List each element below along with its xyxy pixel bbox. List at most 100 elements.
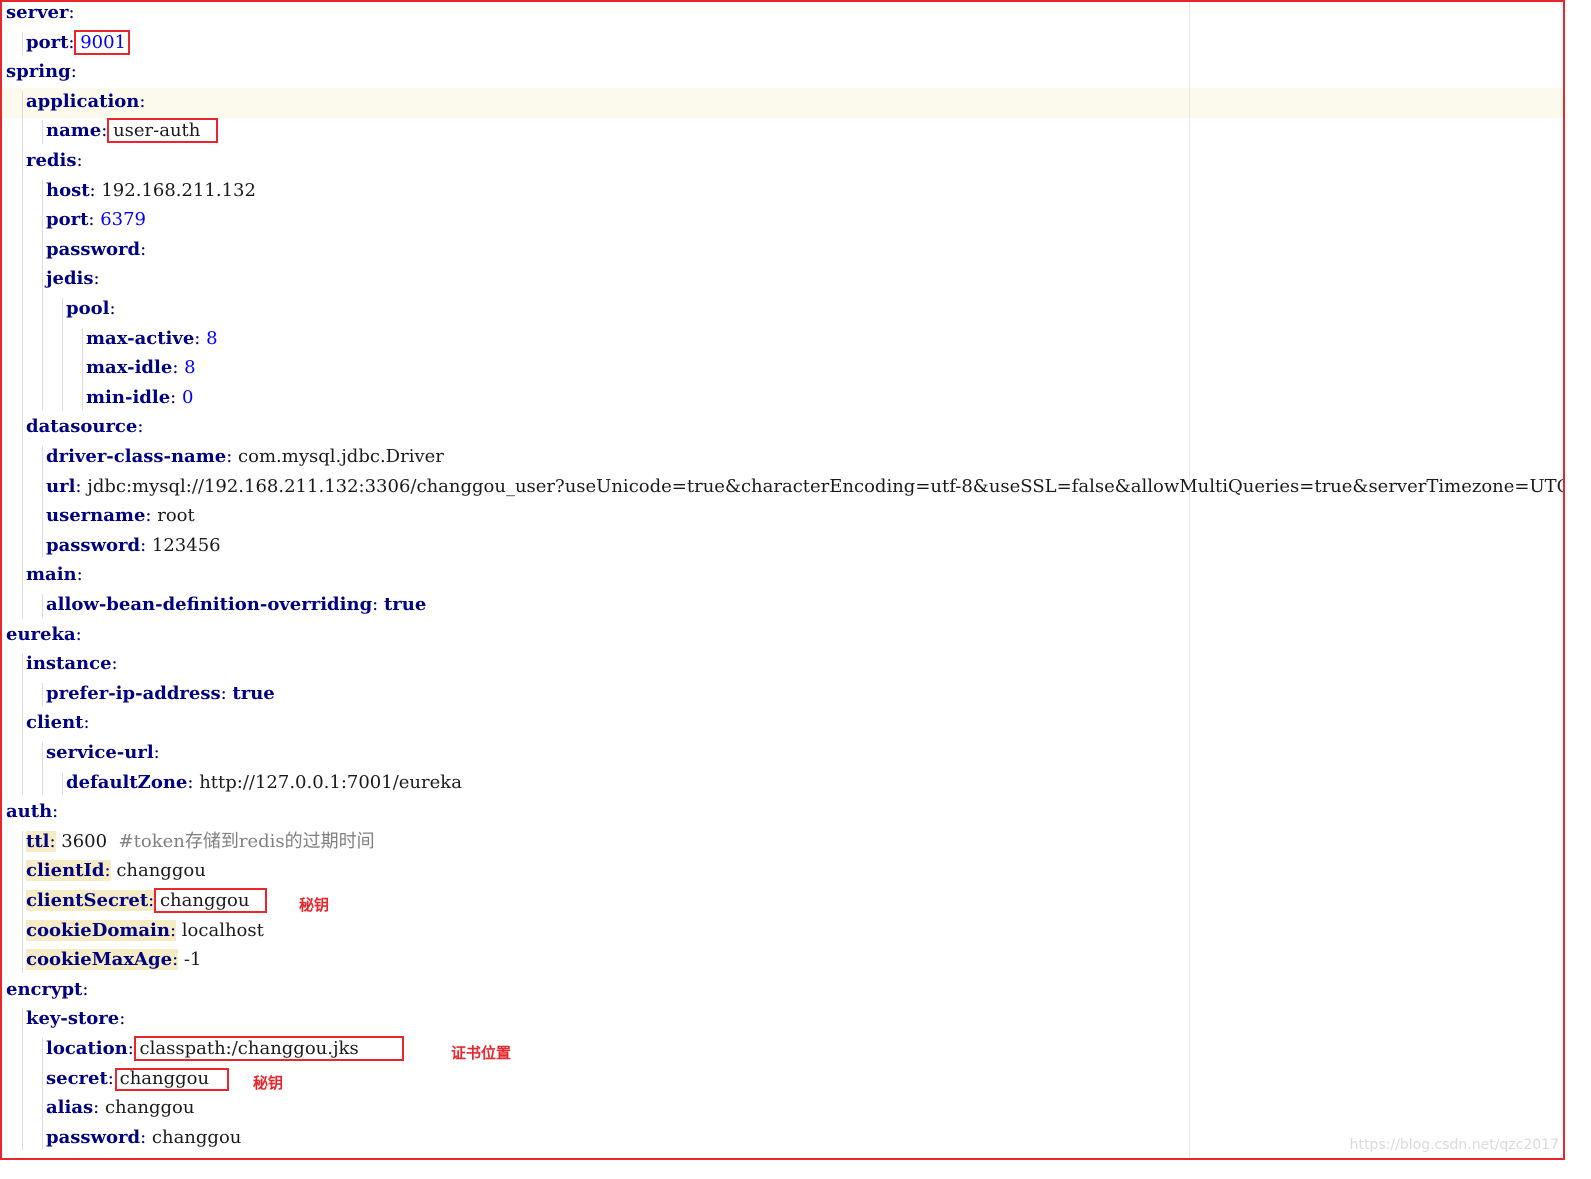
yaml-colon: : — [76, 564, 83, 586]
yaml-key: datasource — [26, 416, 138, 438]
yaml-colon: : — [220, 682, 227, 704]
code-line: password: changgou — [46, 1123, 241, 1153]
yaml-colon: : — [52, 801, 59, 823]
yaml-key: pool — [66, 298, 110, 319]
yaml-colon: : — [82, 978, 89, 1000]
yaml-value: changgou — [151, 1126, 242, 1148]
yaml-colon: : — [88, 209, 95, 231]
code-line: client: — [26, 708, 90, 738]
yaml-key: eureka — [6, 623, 76, 645]
yaml-colon: : — [104, 860, 111, 882]
yaml-key: key-store — [26, 1008, 120, 1030]
code-line: cookieMaxAge: -1 — [26, 945, 201, 975]
yaml-colon: : — [139, 90, 146, 112]
yaml-key: server — [6, 2, 69, 23]
yaml-key: secret — [46, 1067, 108, 1089]
code-line: application: — [26, 87, 145, 117]
current-line-highlight — [2, 87, 1563, 118]
yaml-key: application — [26, 90, 140, 112]
code-line: defaultZone: http://127.0.0.1:7001/eurek… — [66, 768, 462, 798]
red-annotation: 秘钥 — [299, 896, 330, 914]
indent-guide — [22, 653, 23, 796]
yaml-key: host — [46, 179, 90, 201]
yaml-colon: : — [68, 2, 75, 23]
code-line: url: jdbc:mysql://192.168.211.132:3306/c… — [46, 472, 1565, 502]
yaml-value: changgou — [159, 890, 250, 911]
yaml-value: 3600 — [61, 830, 108, 852]
yaml-colon: : — [194, 327, 201, 349]
indent-guide — [42, 179, 43, 411]
yaml-key: jedis — [46, 268, 94, 290]
yaml-key: encrypt — [6, 978, 83, 1000]
code-line: password: — [46, 235, 146, 265]
watermark: https://blog.csdn.net/qzc2017 — [1349, 1137, 1559, 1153]
yaml-value: -1 — [183, 949, 202, 971]
yaml-colon: : — [172, 949, 179, 971]
yaml-value: 192.168.211.132 — [101, 179, 256, 201]
code-line: password: 123456 — [46, 531, 221, 561]
red-annotation: 秘钥 — [253, 1073, 284, 1092]
yaml-colon: : — [111, 653, 118, 675]
yaml-key: driver-class-name — [46, 446, 227, 467]
indent-guide — [22, 31, 23, 56]
indent-guide — [62, 771, 63, 796]
yaml-colon: : — [89, 179, 96, 201]
yaml-value: user-auth — [113, 120, 201, 142]
code-line: main: — [26, 560, 83, 590]
code-line: clientId: changgou — [26, 856, 206, 886]
code-line: host: 192.168.211.132 — [46, 176, 256, 206]
yaml-key: service-url — [46, 742, 154, 763]
yaml-key: password — [46, 534, 141, 556]
indent-guide — [42, 594, 43, 618]
yaml-key: redis — [26, 150, 77, 171]
code-line: driver-class-name: com.mysql.jdbc.Driver — [46, 442, 444, 472]
yaml-colon: : — [187, 771, 194, 793]
indent-guide — [42, 446, 43, 559]
yaml-colon: : — [107, 1067, 114, 1089]
yaml-key: port — [46, 209, 89, 231]
yaml-colon: : — [83, 712, 90, 734]
yaml-value: com.mysql.jdbc.Driver — [238, 446, 444, 467]
yaml-colon: : — [169, 919, 177, 941]
yaml-colon: : — [49, 830, 56, 852]
yaml-colon: : — [140, 534, 147, 556]
code-line: datasource: — [26, 412, 143, 442]
yaml-value: classpath:/changgou.jks — [139, 1038, 359, 1059]
yaml-key: auth — [6, 801, 53, 823]
yaml-colon: : — [172, 357, 179, 379]
yaml-colon: : — [76, 150, 83, 171]
right-margin-guide — [1189, 2, 1190, 1158]
yaml-value: 9001 — [80, 31, 127, 53]
code-line: port: 6379 — [46, 205, 146, 235]
code-line: location: classpath:/changgou.jks — [46, 1034, 359, 1064]
yaml-value: changgou — [116, 860, 206, 882]
yaml-colon: : — [170, 386, 177, 408]
yaml-key: max-active — [86, 327, 195, 349]
yaml-colon: : — [140, 238, 147, 260]
indent-guide — [42, 1038, 43, 1151]
indent-guide — [42, 742, 43, 796]
code-line: clientSecret: changgou — [26, 886, 249, 916]
yaml-value: jdbc:mysql://192.168.211.132:3306/changg… — [87, 475, 1565, 497]
code-line: encrypt: — [6, 975, 88, 1005]
code-line: server: — [6, 2, 75, 28]
yaml-key: cookieMaxAge — [26, 949, 173, 971]
yaml-value: 8 — [184, 357, 196, 379]
code-line: service-url: — [46, 738, 160, 768]
yaml-value: true — [383, 594, 427, 615]
indent-guide — [42, 120, 43, 144]
yaml-key: cookieDomain — [26, 919, 170, 941]
yaml-key: url — [46, 475, 76, 497]
yaml-key: allow-bean-definition-overriding — [46, 594, 373, 615]
code-editor[interactable]: server: port: 9001 spring: application: name… — [0, 0, 1565, 1160]
code-line: ttl: 3600 #token存储到redis的过期时间 — [26, 827, 375, 857]
yaml-key: username — [46, 505, 146, 527]
code-line: instance: — [26, 649, 118, 679]
code-line: max-active: 8 — [86, 324, 218, 354]
yaml-colon: : — [372, 594, 379, 615]
yaml-key: client — [26, 712, 84, 734]
yaml-colon: : — [70, 61, 77, 83]
yaml-key: min-idle — [86, 386, 171, 408]
yaml-colon: : — [140, 1126, 147, 1148]
code-line: key-store: — [26, 1004, 125, 1034]
